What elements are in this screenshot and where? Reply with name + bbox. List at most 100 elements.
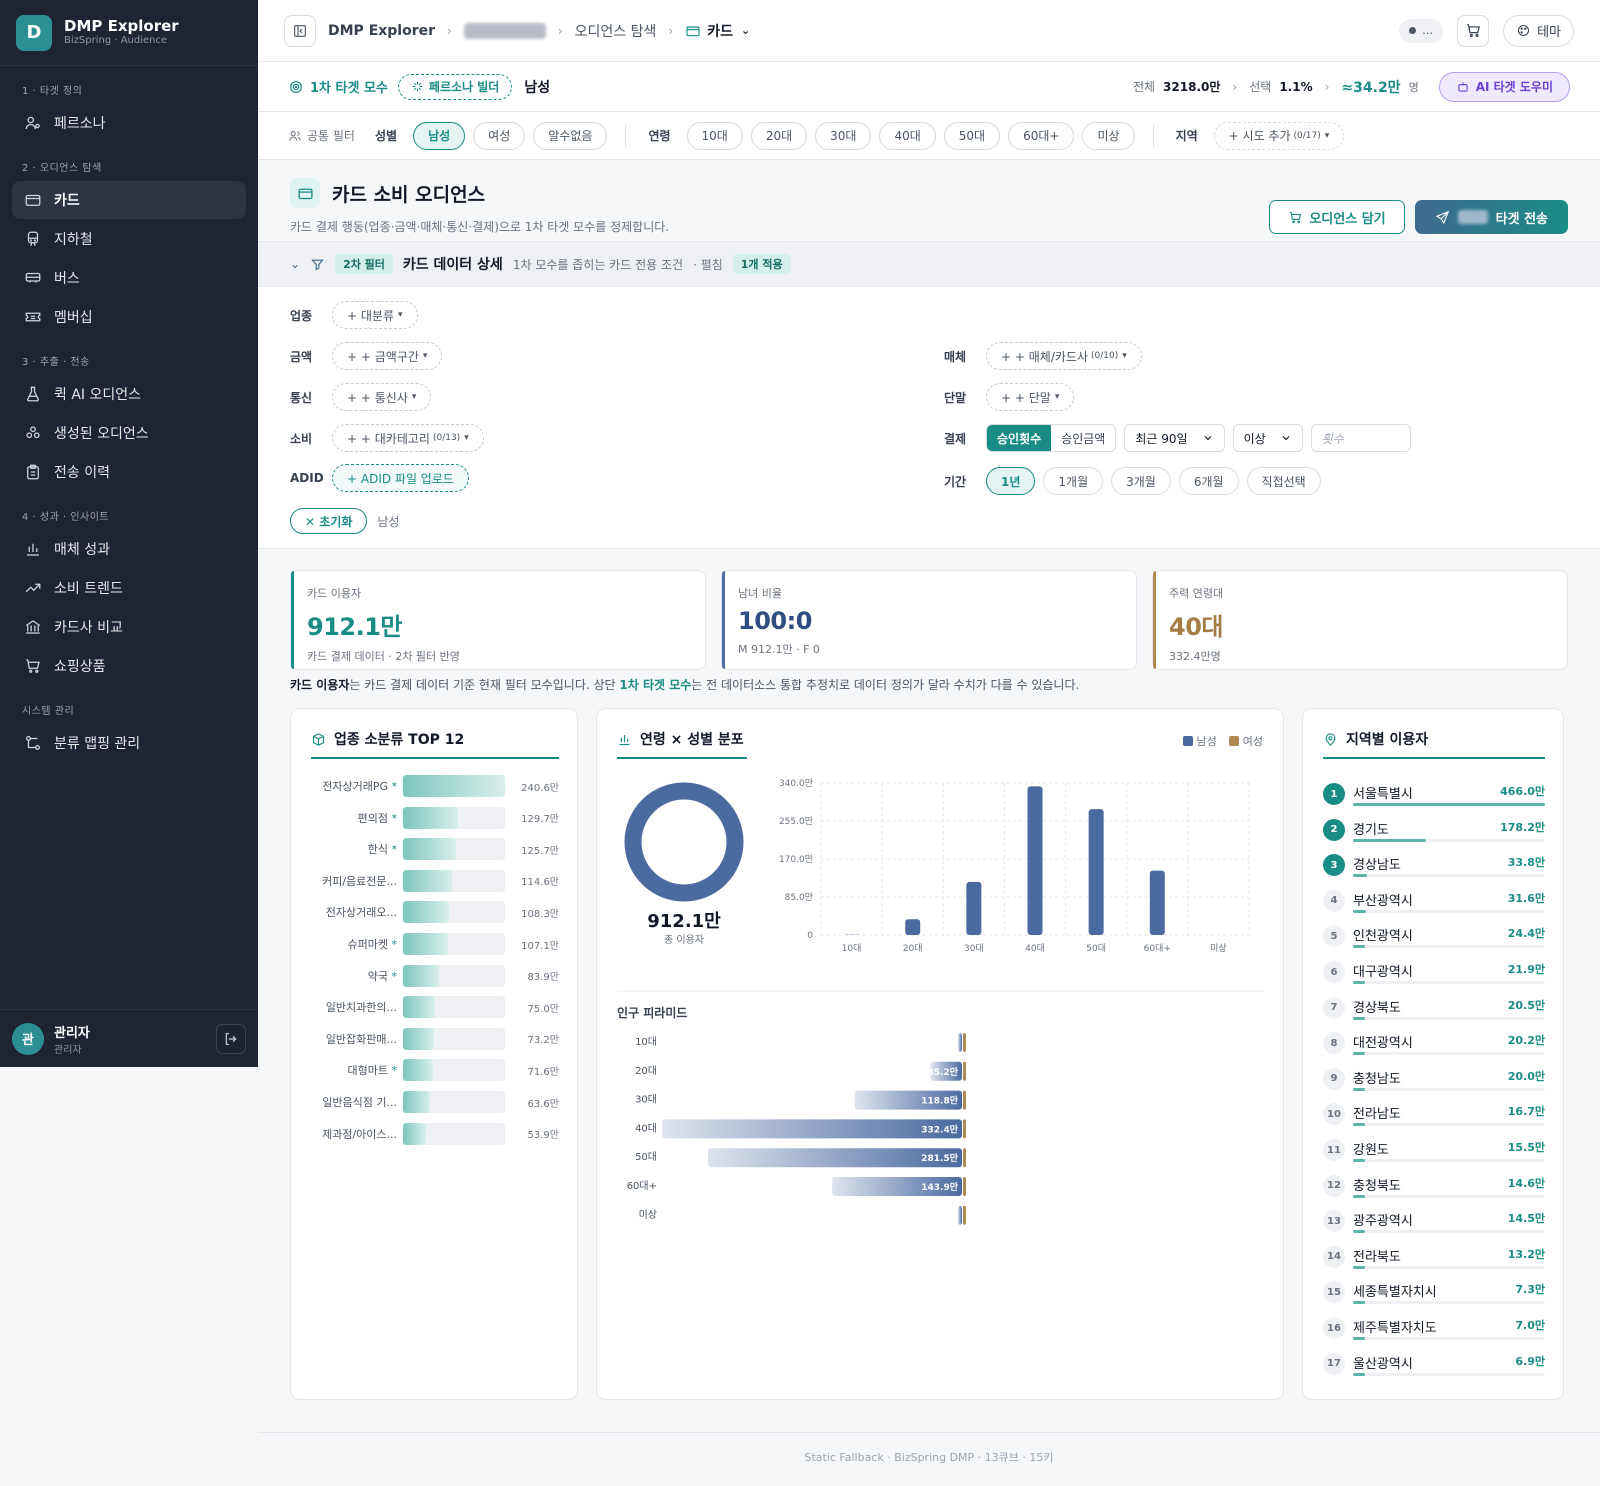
industry-row[interactable]: 전자상거래오... 108.3만 <box>311 901 559 924</box>
sidebar-item-bar-chart[interactable]: 매체 성과 <box>12 530 246 568</box>
brand[interactable]: D DMP Explorer BizSpring · Audience <box>0 0 258 66</box>
region-row[interactable]: 2 경기도 178.2만 <box>1323 815 1545 850</box>
industry-row[interactable]: 일반음식점 기... 63.6만 <box>311 1091 559 1113</box>
approx-unit: 명 <box>1408 80 1419 94</box>
age-chip[interactable]: 20대 <box>750 121 808 150</box>
age-chip[interactable]: 10대 <box>686 121 743 150</box>
period-chip[interactable]: 1개월 <box>1043 467 1104 495</box>
sidebar-item-bank[interactable]: 카드사 비교 <box>12 608 246 646</box>
logout-button[interactable] <box>216 1023 246 1054</box>
industry-bar <box>403 1027 435 1050</box>
sidebar-item-clipboard[interactable]: 전송 이력 <box>12 453 246 491</box>
age-chip[interactable]: 40대 <box>879 121 936 150</box>
industry-row[interactable]: 편의점 * 129.7만 <box>311 806 559 829</box>
region-row[interactable]: 16 제주특별자치도 7.0만 <box>1323 1313 1545 1348</box>
sidebar-item-ticket[interactable]: 멤버십 <box>12 298 246 336</box>
secondary-filter-fold[interactable]: · 펼침 <box>693 256 723 273</box>
persona-builder-button[interactable]: 페르소나 빌더 <box>397 73 513 100</box>
consume-chip[interactable]: + + 대카테고리 (0/13) ▾ <box>332 424 484 452</box>
region-row[interactable]: 7 경상북도 20.5만 <box>1323 993 1545 1028</box>
sidebar-item-subway[interactable]: 지하철 <box>12 220 246 258</box>
sidebar-item-persona[interactable]: 페르소나 <box>12 104 246 142</box>
ai-assistant-button[interactable]: AI 타겟 도우미 <box>1438 71 1570 102</box>
region-row[interactable]: 14 전라북도 13.2만 <box>1323 1242 1545 1277</box>
breadcrumb-audience[interactable]: 오디언스 탐색 <box>575 21 657 41</box>
payment-mode-option[interactable]: 승인금액 <box>1051 425 1115 451</box>
sidebar-item-cluster[interactable]: 생성된 오디언스 <box>12 414 246 452</box>
period-chip[interactable]: 3개월 <box>1111 467 1171 495</box>
period-chip[interactable]: 6개월 <box>1178 467 1239 495</box>
telecom-chip[interactable]: + + 통신사 ▾ <box>332 383 432 411</box>
age-chip[interactable]: 60대+ <box>1008 121 1075 150</box>
industry-row[interactable]: 일반잡화판매... 73.2만 <box>311 1027 559 1050</box>
y-tick-label: 85.0만 <box>785 892 813 903</box>
region-row[interactable]: 6 대구광역시 21.9만 <box>1323 957 1545 992</box>
chevron-down-icon[interactable]: ⌄ <box>290 257 300 271</box>
industry-row[interactable]: 커피/음료전문... 114.6만 <box>311 869 559 892</box>
secondary-filter-header[interactable]: ⌄ 2차 필터 카드 데이터 상세 1차 모수를 좁히는 카드 전용 조건 · … <box>258 241 1600 287</box>
avatar[interactable]: 관 <box>12 1022 44 1055</box>
age-chip[interactable]: 미상 <box>1082 121 1135 150</box>
adid-upload-chip[interactable]: + ADID 파일 업로드 <box>332 464 469 492</box>
region-row[interactable]: 17 울산광역시 6.9만 <box>1323 1349 1545 1384</box>
age-chip[interactable]: 30대 <box>815 121 872 150</box>
industry-row[interactable]: 슈퍼마켓 * 107.1만 <box>311 933 559 955</box>
region-row[interactable]: 13 광주광역시 14.5만 <box>1323 1206 1545 1241</box>
status-pill[interactable]: … <box>1399 18 1444 43</box>
period-chip[interactable]: 1년 <box>986 467 1036 495</box>
region-row[interactable]: 12 충청북도 14.6만 <box>1323 1171 1545 1206</box>
region-row[interactable]: 3 경상남도 33.8만 <box>1323 850 1545 885</box>
send-target-button[interactable]: 타겟 전송 <box>1414 200 1568 234</box>
sidebar-item-trend[interactable]: 소비 트렌드 <box>12 569 246 607</box>
industry-row[interactable]: 일반치과한의... 75.0만 <box>311 996 559 1019</box>
region-row[interactable]: 5 인천광역시 24.4만 <box>1323 921 1545 956</box>
filter-icon <box>311 259 324 270</box>
sidebar-toggle-button[interactable] <box>284 14 316 47</box>
payment-count-input[interactable]: 횟수 <box>1310 424 1411 452</box>
payment-period-select[interactable]: 최근 90일 <box>1124 424 1225 452</box>
theme-button[interactable]: 테마 <box>1503 14 1574 47</box>
sidebar-item-mapping[interactable]: 분류 맵핑 관리 <box>12 724 246 762</box>
region-row[interactable]: 4 부산광역시 31.6만 <box>1323 886 1545 921</box>
sidebar-item-flask[interactable]: 퀵 AI 오디언스 <box>12 375 246 413</box>
payment-compare-select[interactable]: 이상 <box>1232 424 1303 452</box>
industry-chip[interactable]: + 대분류 ▾ <box>332 301 418 329</box>
select-value: 1.1% <box>1279 79 1313 94</box>
sidebar-item-card[interactable]: 카드 <box>12 181 246 219</box>
y-tick-label: 170.0만 <box>779 854 813 865</box>
region-bar-track <box>1353 1337 1545 1340</box>
media-chip[interactable]: + + 매체/카드사 (0/10) ▾ <box>986 342 1142 370</box>
reset-button[interactable]: ✕ 초기화 <box>290 508 368 534</box>
location-pin-icon <box>1325 732 1336 746</box>
region-row[interactable]: 8 대전광역시 20.2만 <box>1323 1028 1545 1063</box>
add-audience-button[interactable]: 오디언스 담기 <box>1269 200 1405 234</box>
gender-chip[interactable]: 남성 <box>413 121 466 150</box>
breadcrumb-current[interactable]: 카드 ⌄ <box>685 21 750 41</box>
industry-row[interactable]: 전자상거래PG * 240.6만 <box>311 775 559 797</box>
region-row[interactable]: 9 충청남도 20.0만 <box>1323 1064 1545 1099</box>
age-chip[interactable]: 50대 <box>943 121 1001 150</box>
industry-bar-track <box>403 806 505 829</box>
industry-row[interactable]: 한식 * 125.7만 <box>311 838 559 861</box>
region-row[interactable]: 15 세종특별자치시 7.3만 <box>1323 1277 1545 1312</box>
industry-row[interactable]: 약국 * 83.9만 <box>311 964 559 987</box>
card-icon <box>24 191 42 209</box>
sidebar-item-bus[interactable]: 버스 <box>12 259 246 297</box>
period-chip[interactable]: 직접선택 <box>1246 467 1321 495</box>
payment-mode-option[interactable]: 승인횟수 <box>987 425 1052 451</box>
sidebar-item-cart[interactable]: 쇼핑상품 <box>12 647 246 685</box>
device-chip[interactable]: + + 단말 ▾ <box>986 383 1075 411</box>
industry-value: 125.7만 <box>521 845 559 857</box>
industry-row[interactable]: 대형마트 * 71.6만 <box>311 1059 559 1082</box>
amount-chip[interactable]: + + 금액구간 ▾ <box>332 342 443 370</box>
breadcrumb-root[interactable]: DMP Explorer <box>328 23 435 39</box>
secondary-filter-desc: 1차 모수를 좁히는 카드 전용 조건 <box>512 257 684 272</box>
region-row[interactable]: 1 서울특별시 466.0만 <box>1323 779 1545 814</box>
region-add-chip[interactable]: + 시도 추가 (0/17) ▾ <box>1213 121 1345 150</box>
gender-chip[interactable]: 알수없음 <box>533 121 608 150</box>
gender-chip[interactable]: 여성 <box>473 121 526 150</box>
region-row[interactable]: 10 전라남도 16.7만 <box>1323 1099 1545 1134</box>
industry-row[interactable]: 제과점/아이스... 53.9만 <box>311 1122 559 1145</box>
region-row[interactable]: 11 강원도 15.5만 <box>1323 1135 1545 1170</box>
cart-button[interactable] <box>1457 14 1490 47</box>
